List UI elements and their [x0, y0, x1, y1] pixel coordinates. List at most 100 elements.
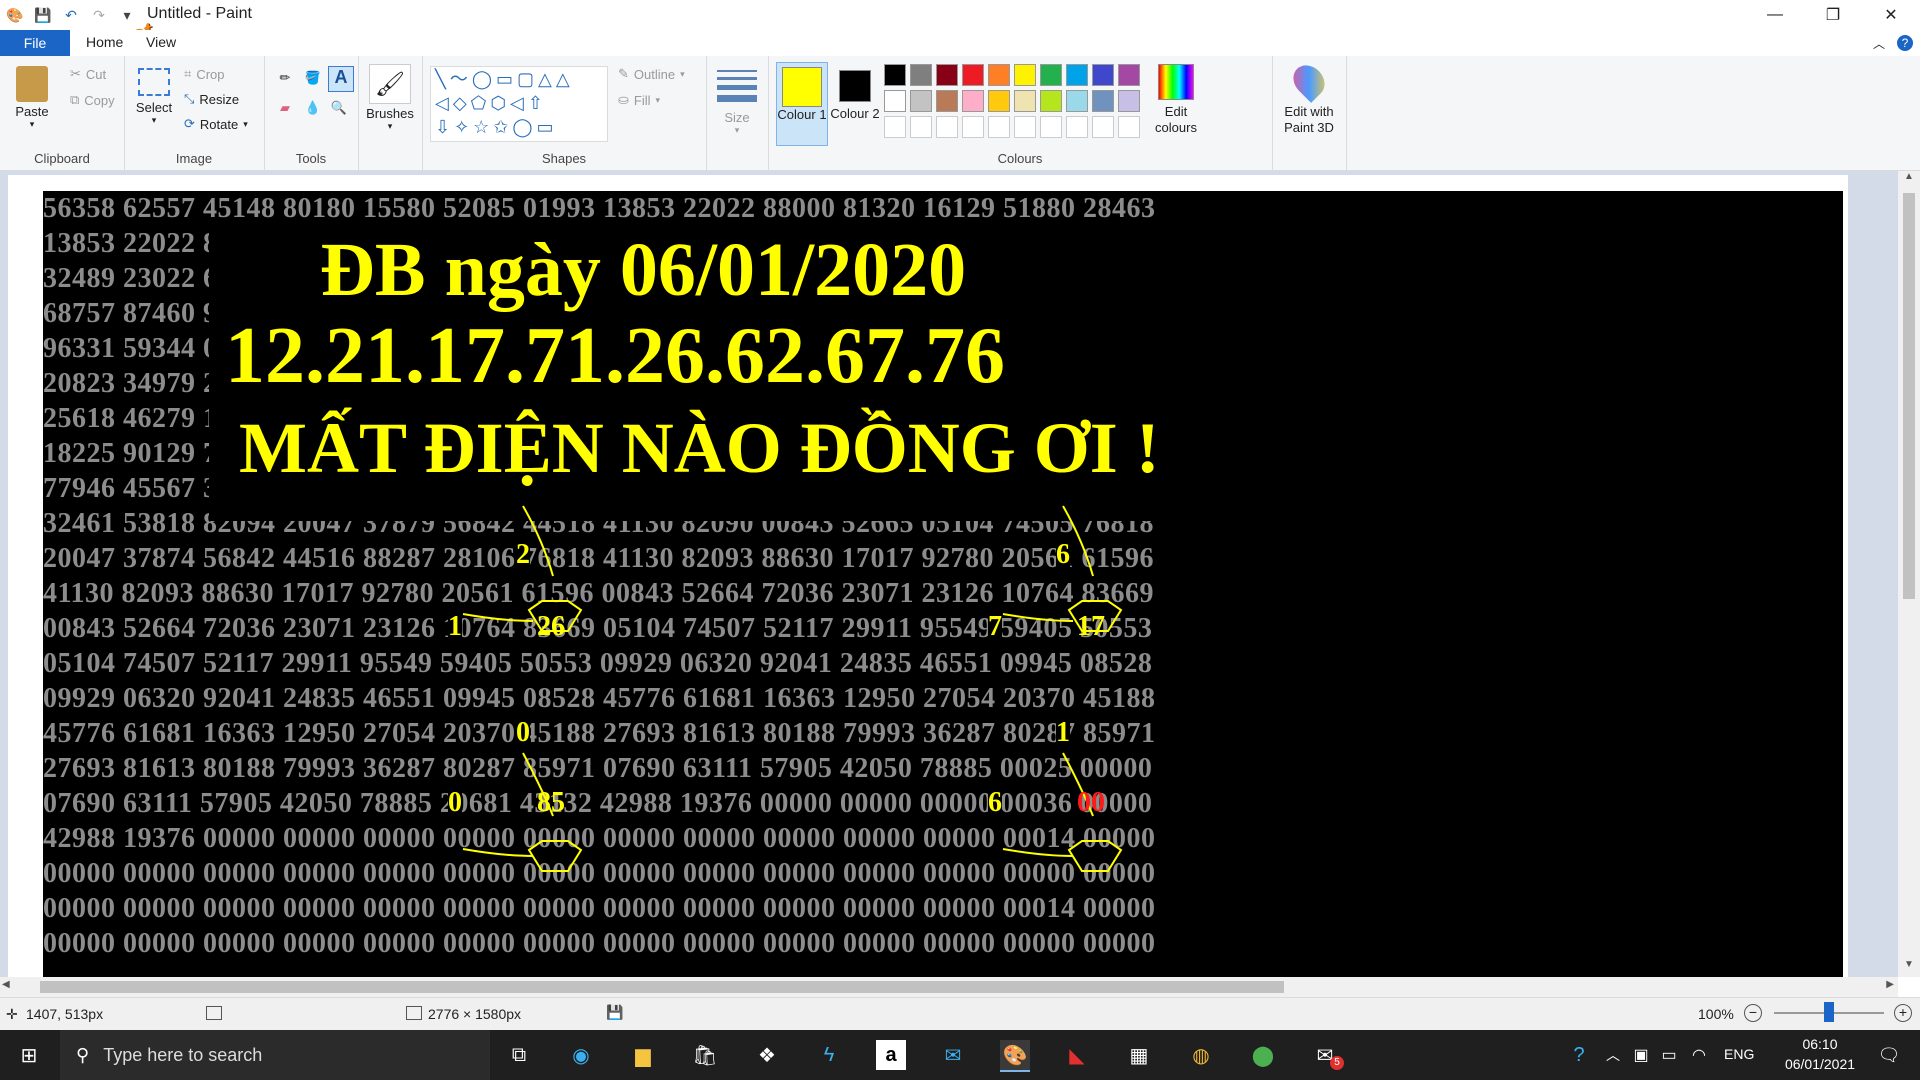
- custom-colour-slot[interactable]: [910, 116, 932, 138]
- palette-swatch[interactable]: [910, 90, 932, 112]
- calendar-app-icon[interactable]: ▦: [1124, 1040, 1154, 1070]
- zoom-in-icon[interactable]: +: [1894, 1004, 1912, 1022]
- palette-swatch[interactable]: [1118, 64, 1140, 86]
- mail-icon[interactable]: ✉: [938, 1040, 968, 1070]
- palette-swatch[interactable]: [1066, 90, 1088, 112]
- palette-swatch[interactable]: [1066, 64, 1088, 86]
- palette-swatch[interactable]: [1118, 90, 1140, 112]
- magnifier-icon[interactable]: 🔍: [328, 100, 350, 116]
- colour2-button[interactable]: Colour 2: [830, 62, 880, 144]
- task-view-icon[interactable]: ⧉: [504, 1040, 534, 1070]
- redo-icon[interactable]: ↷: [90, 6, 108, 24]
- scroll-up-icon[interactable]: ▲: [1898, 171, 1920, 189]
- minimize-button[interactable]: —: [1746, 0, 1804, 30]
- battery-icon[interactable]: ▭: [1654, 1040, 1684, 1070]
- tray-chevron-icon[interactable]: ︿: [1598, 1040, 1628, 1070]
- tab-file[interactable]: File: [0, 30, 70, 56]
- edit-colours-button[interactable]: Edit colours: [1148, 64, 1204, 136]
- store-icon[interactable]: 🛍: [690, 1040, 720, 1070]
- device-icon[interactable]: ▣: [1626, 1040, 1656, 1070]
- palette-swatch[interactable]: [988, 64, 1010, 86]
- crop-button[interactable]: ⌗ Crop: [184, 66, 225, 82]
- maximize-button[interactable]: ❐: [1804, 0, 1862, 30]
- vertical-scroll-thumb[interactable]: [1903, 193, 1915, 599]
- close-button[interactable]: ✕: [1862, 0, 1920, 30]
- tab-view[interactable]: View: [146, 34, 176, 50]
- palette-swatch[interactable]: [910, 64, 932, 86]
- shapes-gallery[interactable]: ╲〜◯▭▢△△ ◁◇⬠⬡◁⇧ ⇩✧☆✩◯▭: [430, 66, 608, 142]
- paste-button[interactable]: Paste ▾: [12, 66, 52, 130]
- scroll-left-icon[interactable]: ◀: [2, 979, 10, 990]
- clock-date[interactable]: 06/01/2021: [1770, 1056, 1870, 1072]
- custom-colour-slot[interactable]: [1014, 116, 1036, 138]
- palette-swatch[interactable]: [936, 64, 958, 86]
- paint-taskbar-icon[interactable]: 🎨: [1000, 1040, 1030, 1072]
- select-button[interactable]: Select ▾: [132, 68, 176, 126]
- foxit-icon[interactable]: ◣: [1062, 1040, 1092, 1070]
- outline-button[interactable]: ✎ Outline ▾: [618, 66, 685, 82]
- scroll-down-icon[interactable]: ▼: [1898, 959, 1920, 977]
- copy-button[interactable]: ⧉ Copy: [70, 92, 115, 108]
- palette-swatch[interactable]: [1092, 64, 1114, 86]
- custom-colour-slot[interactable]: [988, 116, 1010, 138]
- windows-start-icon[interactable]: ⊞: [14, 1040, 44, 1070]
- brushes-button[interactable]: 🖌 Brushes ▾: [366, 64, 414, 132]
- text-tool-icon[interactable]: A: [328, 66, 354, 92]
- save-icon[interactable]: 💾: [34, 6, 52, 24]
- horizontal-scrollbar[interactable]: ◀ ▶: [0, 977, 1898, 997]
- undo-icon[interactable]: ↶: [62, 6, 80, 24]
- custom-colour-slot[interactable]: [1092, 116, 1114, 138]
- palette-swatch[interactable]: [936, 90, 958, 112]
- rotate-button[interactable]: ⟳ Rotate ▾: [184, 116, 248, 132]
- dropbox-icon[interactable]: ❖: [752, 1040, 782, 1070]
- palette-swatch[interactable]: [1014, 90, 1036, 112]
- collapse-ribbon-icon[interactable]: ︿: [1866, 28, 1892, 58]
- fill-button[interactable]: ⛀ Fill ▾: [618, 92, 660, 108]
- horizontal-scroll-thumb[interactable]: [40, 981, 1284, 993]
- custom-colour-slot[interactable]: [936, 116, 958, 138]
- amazon-icon[interactable]: a: [876, 1040, 906, 1070]
- palette-swatch[interactable]: [962, 64, 984, 86]
- fill-bucket-icon[interactable]: 🪣: [302, 70, 324, 86]
- powershell-icon[interactable]: ϟ: [814, 1040, 844, 1070]
- custom-colour-slot[interactable]: [884, 116, 906, 138]
- palette-swatch[interactable]: [1014, 64, 1036, 86]
- zoom-slider-thumb[interactable]: [1824, 1002, 1834, 1022]
- palette-swatch[interactable]: [962, 90, 984, 112]
- colour1-button[interactable]: Colour 1: [776, 62, 828, 146]
- wifi-icon[interactable]: ◠: [1684, 1040, 1714, 1070]
- action-center-icon[interactable]: 🗨: [1874, 1040, 1904, 1070]
- custom-colour-slot[interactable]: [1118, 116, 1140, 138]
- eraser-icon[interactable]: ▰: [274, 100, 296, 116]
- clock-time[interactable]: 06:10: [1770, 1036, 1870, 1052]
- palette-swatch[interactable]: [884, 64, 906, 86]
- paint-net-icon[interactable]: ⬤: [1248, 1040, 1278, 1070]
- custom-colour-slot[interactable]: [962, 116, 984, 138]
- palette-swatch[interactable]: [884, 90, 906, 112]
- palette-swatch[interactable]: [1092, 90, 1114, 112]
- palette-swatch[interactable]: [1040, 64, 1062, 86]
- size-button[interactable]: Size ▾: [714, 66, 760, 136]
- taskbar-search-box[interactable]: ⚲ Type here to search: [60, 1030, 490, 1080]
- custom-colour-slot[interactable]: [1066, 116, 1088, 138]
- palette-swatch[interactable]: [1040, 90, 1062, 112]
- resize-button[interactable]: ⤡ Resize: [184, 91, 239, 107]
- vertical-scrollbar[interactable]: ▲ ▼: [1898, 171, 1920, 977]
- paint-app-icon[interactable]: 🎨: [6, 6, 24, 24]
- pencil-icon[interactable]: ✏: [274, 70, 296, 86]
- help-icon[interactable]: ?: [1892, 28, 1918, 58]
- scroll-right-icon[interactable]: ▶: [1886, 979, 1894, 990]
- colour-picker-icon[interactable]: 💧: [302, 100, 324, 116]
- help-tray-icon[interactable]: ?: [1564, 1040, 1594, 1070]
- file-explorer-icon[interactable]: ▆: [628, 1040, 658, 1070]
- cut-button[interactable]: ✂ Cut: [70, 66, 106, 82]
- zoom-out-icon[interactable]: −: [1744, 1004, 1762, 1022]
- language-indicator[interactable]: ENG: [1724, 1046, 1754, 1062]
- palette-swatch[interactable]: [988, 90, 1010, 112]
- edge-browser-icon[interactable]: ◉: [566, 1040, 596, 1070]
- edit-with-paint3d-button[interactable]: Edit with Paint 3D: [1278, 59, 1340, 136]
- chrome-icon[interactable]: ◍: [1186, 1040, 1216, 1070]
- custom-colour-slot[interactable]: [1040, 116, 1062, 138]
- pasted-image[interactable]: 56358 62557 45148 80180 15580 52085 0199…: [43, 191, 1843, 977]
- tab-home[interactable]: Home: [86, 34, 123, 50]
